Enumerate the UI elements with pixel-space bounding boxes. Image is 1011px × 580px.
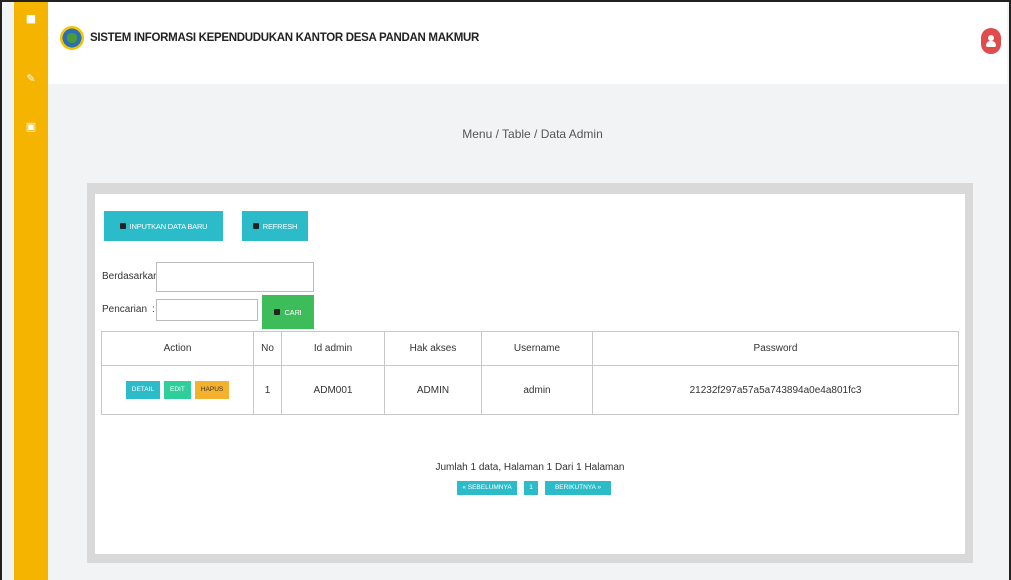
edit-icon[interactable]: ✎ <box>14 72 48 85</box>
refresh-button[interactable]: REFRESH <box>242 211 308 241</box>
village-logo <box>60 26 84 50</box>
table-header-row: Action No Id admin Hak akses Username Pa… <box>101 331 959 366</box>
username-cell: admin <box>481 365 593 415</box>
home-icon[interactable]: ■ <box>14 12 48 25</box>
page-1-button[interactable]: 1 <box>524 481 538 495</box>
column-header: Id admin <box>281 331 385 366</box>
search-button-label: CARI <box>284 307 302 317</box>
search-query-label: Pencarian <box>102 304 148 315</box>
search-query-input[interactable] <box>156 299 258 321</box>
search-by-select[interactable] <box>156 262 314 292</box>
detail-button[interactable]: DETAIL <box>125 381 161 399</box>
no-cell: 1 <box>253 365 282 415</box>
add-new-data-label: INPUTKAN DATA BARU <box>129 221 208 231</box>
add-new-data-button[interactable]: INPUTKAN DATA BARU <box>104 211 223 241</box>
refresh-icon <box>252 223 259 229</box>
search-by-label: Berdasarkan: <box>102 271 162 282</box>
password-cell: 21232f297a57a5a743894a0e4a801fc3 <box>592 365 959 415</box>
next-page-button[interactable]: BERIKUTNYA » <box>545 481 611 495</box>
action-cell: DETAIL EDIT HAPUS <box>101 365 254 415</box>
edit-button[interactable]: EDIT <box>164 381 191 399</box>
column-header: Username <box>481 331 593 366</box>
user-menu-button[interactable] <box>981 28 1001 54</box>
top-navbar: SISTEM INFORMASI KEPENDUDUKAN KANTOR DES… <box>48 2 1007 84</box>
pagination-info: Jumlah 1 data, Halaman 1 Dari 1 Halaman <box>435 462 625 473</box>
search-icon <box>274 309 281 315</box>
column-header: Action <box>101 331 254 366</box>
id-admin-cell: ADM001 <box>281 365 385 415</box>
search-query-colon: : <box>152 304 155 315</box>
table-row: DETAIL EDIT HAPUS 1 ADM001 ADMIN admin 212… <box>101 365 959 415</box>
gift-icon[interactable]: ▣ <box>14 120 48 133</box>
search-button[interactable]: CARI <box>262 295 314 329</box>
breadcrumb: Menu / Table / Data Admin <box>462 127 603 141</box>
previous-page-button[interactable]: « SEBELUMNYA <box>457 481 517 495</box>
column-header: Hak akses <box>384 331 482 366</box>
hak-akses-cell: ADMIN <box>384 365 482 415</box>
plus-icon <box>119 223 126 229</box>
delete-button[interactable]: HAPUS <box>194 381 230 399</box>
app-title: SISTEM INFORMASI KEPENDUDUKAN KANTOR DES… <box>90 32 479 44</box>
admin-table: Action No Id admin Hak akses Username Pa… <box>101 331 959 415</box>
column-header: Password <box>592 331 959 366</box>
sidebar: ■ ✎ ▣ <box>14 2 48 580</box>
column-header: No <box>253 331 282 366</box>
refresh-label: REFRESH <box>262 221 298 231</box>
